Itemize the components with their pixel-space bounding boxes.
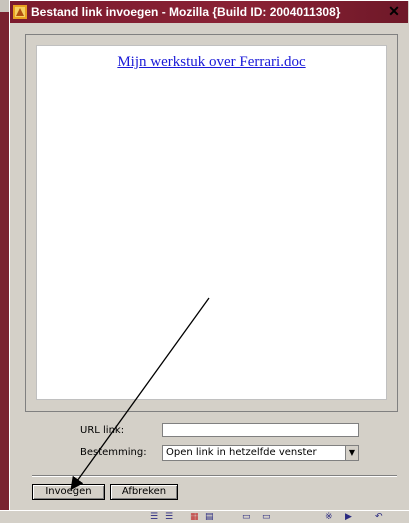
url-link-label: URL link: [80,425,125,436]
list-numbers-icon[interactable]: ☰ [165,513,173,522]
list-bullets-icon[interactable]: ☰ [150,513,158,522]
preview-panel: Mijn werkstuk over Ferrari.doc [25,34,398,412]
image-icon[interactable]: ▤ [205,513,214,522]
special-char-icon[interactable]: ※ [325,513,333,522]
target-selected-value: Open link in hetzelfde venster [166,447,317,458]
play-icon[interactable]: ▶ [345,513,352,522]
button-separator [32,475,397,477]
anchor-icon[interactable]: ▭ [262,513,271,522]
editor-toolbar-strip: ☰ ☰ ▦ ▤ ▭ ▭ ※ ▶ ↶ [0,510,409,523]
mozilla-app-icon [13,5,27,19]
cancel-button[interactable]: Afbreken [110,484,178,500]
preview-link[interactable]: Mijn werkstuk over Ferrari.doc [117,54,305,71]
background-window-corner [0,0,9,12]
link-preview-area: Mijn werkstuk over Ferrari.doc [36,45,387,400]
insert-button[interactable]: Invoegen [32,484,105,500]
undo-icon[interactable]: ↶ [375,513,383,522]
url-link-input[interactable] [162,423,359,437]
target-select[interactable]: Open link in hetzelfde venster ▼ [162,445,359,461]
close-button[interactable]: ✕ [386,4,402,19]
background-window-edge [0,0,9,522]
title-bar[interactable]: Bestand link invoegen - Mozilla {Build I… [10,1,408,23]
target-label: Bestemming: [80,447,147,458]
table-icon[interactable]: ▦ [190,513,199,522]
link-icon[interactable]: ▭ [242,513,251,522]
window-title: Bestand link invoegen - Mozilla {Build I… [31,5,341,19]
chevron-down-icon[interactable]: ▼ [345,446,358,460]
